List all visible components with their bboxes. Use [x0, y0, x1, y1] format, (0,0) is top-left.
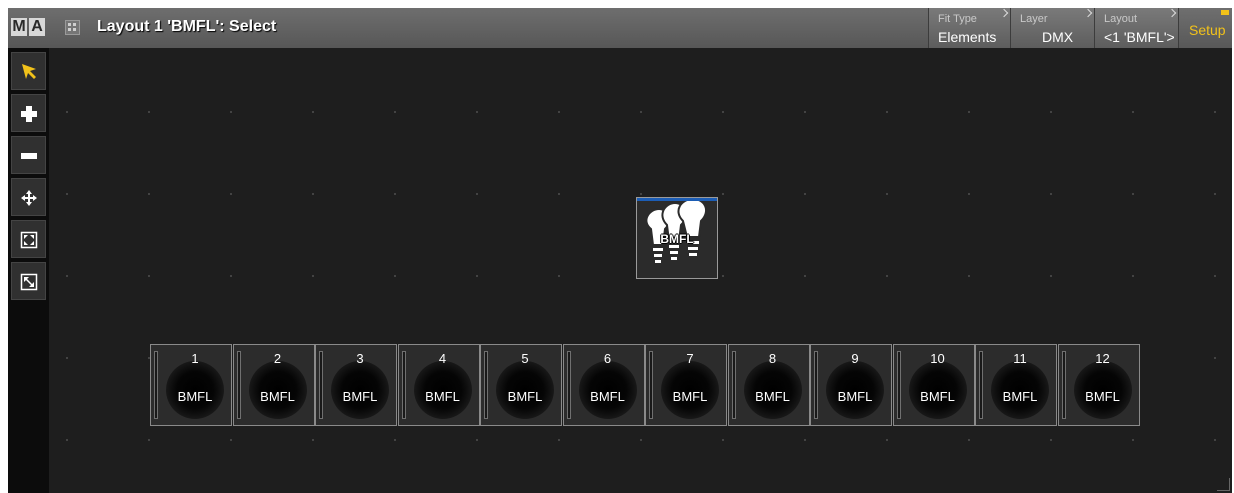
dimmer-bar [649, 351, 653, 419]
fixture-tile[interactable]: 7 BMFL [645, 344, 727, 426]
move-arrows-icon [21, 190, 37, 206]
fixture-id: 11 [1013, 351, 1027, 366]
fixture-name: BMFL [260, 389, 295, 404]
fixture-id: 3 [356, 351, 364, 366]
layout-canvas[interactable]: BMFL 1 BMFL 2 BMFL 3 BMFL 4 BMFL 5 BMFL 6 BMFL 7 BMFL… [49, 48, 1232, 493]
layout-button[interactable]: Layout <1 'BMFL'> [1094, 8, 1178, 48]
fixture-tile[interactable]: 8 BMFL [727, 344, 810, 426]
fit-view-button[interactable] [11, 220, 46, 258]
fixture-id: 4 [438, 351, 447, 366]
fixture-name: BMFL [672, 389, 708, 404]
layer-value: DMX [1042, 29, 1074, 45]
move-tool-button[interactable] [11, 178, 46, 216]
dimmer-bar [154, 351, 158, 419]
select-arrow-icon [22, 64, 36, 79]
dimmer-bar [566, 351, 571, 419]
fixture-name: BMFL [177, 389, 213, 404]
dimmer-bar [484, 351, 488, 419]
fit-type-value: Elements [938, 29, 997, 45]
ma-logo[interactable]: M A [11, 18, 45, 36]
fit-type-label: Fit Type [938, 13, 977, 25]
remove-tool-button[interactable] [11, 136, 46, 174]
fixture-name: BMFL [507, 389, 543, 404]
fixture-tile[interactable]: 9 BMFL [810, 344, 892, 426]
corner-arrow-icon [1083, 8, 1093, 18]
fixture-id: 2 [273, 351, 282, 366]
add-tool-button[interactable] [11, 94, 46, 132]
logo-m: M [11, 18, 27, 36]
fixture-tile[interactable]: 12 BMFL [1057, 344, 1140, 426]
layout-toolbar [8, 48, 49, 493]
layer-button[interactable]: Layer DMX [1010, 8, 1094, 48]
remove-minus-icon [21, 153, 37, 159]
fit-view-icon [20, 231, 38, 249]
setup-label: Setup [1189, 22, 1226, 38]
select-tool-button[interactable] [11, 52, 46, 90]
fixture-name: BMFL [342, 389, 378, 404]
fixture-id: 8 [768, 351, 777, 366]
layout-window: M A Layout 1 'BMFL': Select Fit Type Ele… [8, 8, 1232, 493]
title-bar: M A Layout 1 'BMFL': Select Fit Type Ele… [8, 8, 1232, 48]
fixture-id: 5 [521, 351, 529, 366]
dimmer-bar [401, 351, 406, 419]
layout-label: Layout [1104, 13, 1138, 25]
fixture-id: 9 [851, 351, 859, 366]
fixture-tile[interactable]: 1 BMFL [150, 344, 232, 426]
group-label: BMFL [660, 232, 694, 246]
dimmer-bar [319, 351, 323, 419]
dimmer-bar [896, 351, 901, 419]
fixture-tile[interactable]: 2 BMFL [232, 344, 315, 426]
fixture-tile[interactable]: 11 BMFL [975, 344, 1057, 426]
fixture-tile[interactable]: 6 BMFL [562, 344, 645, 426]
dimmer-bar [814, 351, 818, 419]
fixture-name: BMFL [1002, 389, 1038, 404]
fixture-id: 1 [191, 351, 199, 366]
resize-grip-icon[interactable] [1217, 478, 1230, 491]
layout-window-icon[interactable] [65, 20, 80, 35]
fixture-name: BMFL [425, 389, 460, 404]
fixture-tile[interactable]: 10 BMFL [892, 344, 975, 426]
fixture-id: 10 [930, 351, 945, 366]
fixture-tile[interactable]: 3 BMFL [315, 344, 397, 426]
zoom-extents-icon [20, 273, 38, 291]
fixture-id: 12 [1095, 351, 1110, 366]
corner-arrow-icon [1167, 8, 1177, 18]
add-plus-icon [21, 106, 37, 122]
window-title: Layout 1 'BMFL': Select [97, 18, 277, 35]
layer-label: Layer [1020, 13, 1048, 25]
fixture-tile[interactable]: 5 BMFL [480, 344, 562, 426]
setup-indicator-icon [1221, 10, 1229, 15]
fixture-name: BMFL [837, 389, 873, 404]
fixture-name: BMFL [1085, 389, 1120, 404]
dimmer-bar [731, 351, 736, 419]
corner-arrow-icon [999, 8, 1009, 18]
logo-a: A [29, 18, 45, 36]
dimmer-bar [1061, 351, 1066, 419]
fixture-name: BMFL [755, 389, 790, 404]
fixture-name: BMFL [920, 389, 955, 404]
fixture-id: 6 [603, 351, 612, 366]
setup-button[interactable]: Setup [1178, 8, 1232, 48]
fixture-name: BMFL [590, 389, 625, 404]
fixture-group-element[interactable]: BMFL [636, 197, 718, 279]
dimmer-bar [236, 351, 241, 419]
dimmer-bar [979, 351, 983, 419]
fixture-id: 7 [686, 351, 694, 366]
fit-type-button[interactable]: Fit Type Elements [928, 8, 1010, 48]
zoom-extents-button[interactable] [11, 262, 46, 300]
layout-value: <1 'BMFL'> [1104, 29, 1175, 45]
fixture-tile[interactable]: 4 BMFL [397, 344, 480, 426]
